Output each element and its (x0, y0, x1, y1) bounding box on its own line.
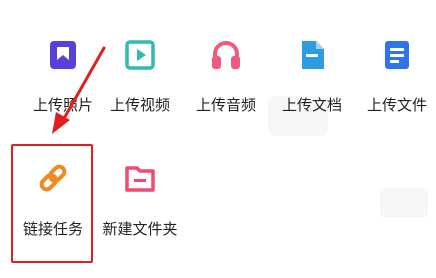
upload-audio-label: 上传音频 (195, 96, 256, 114)
highlight-box (11, 144, 93, 263)
upload-file-label: 上传文件 (366, 96, 427, 114)
background-placeholder (380, 188, 428, 218)
headphones-icon (209, 38, 243, 72)
document-icon (295, 38, 329, 72)
link-task-button[interactable]: 链接任务 (10, 0, 96, 238)
upload-document-button[interactable]: 上传文档 (269, 0, 355, 114)
file-list-icon (380, 38, 414, 72)
upload-file-button[interactable]: 上传文件 (354, 0, 436, 114)
new-folder-label: 新建文件夹 (102, 220, 178, 238)
upload-audio-button[interactable]: 上传音频 (183, 0, 269, 114)
folder-icon (123, 161, 157, 195)
new-folder-button[interactable]: 新建文件夹 (97, 0, 183, 238)
upload-document-label: 上传文档 (281, 96, 342, 114)
